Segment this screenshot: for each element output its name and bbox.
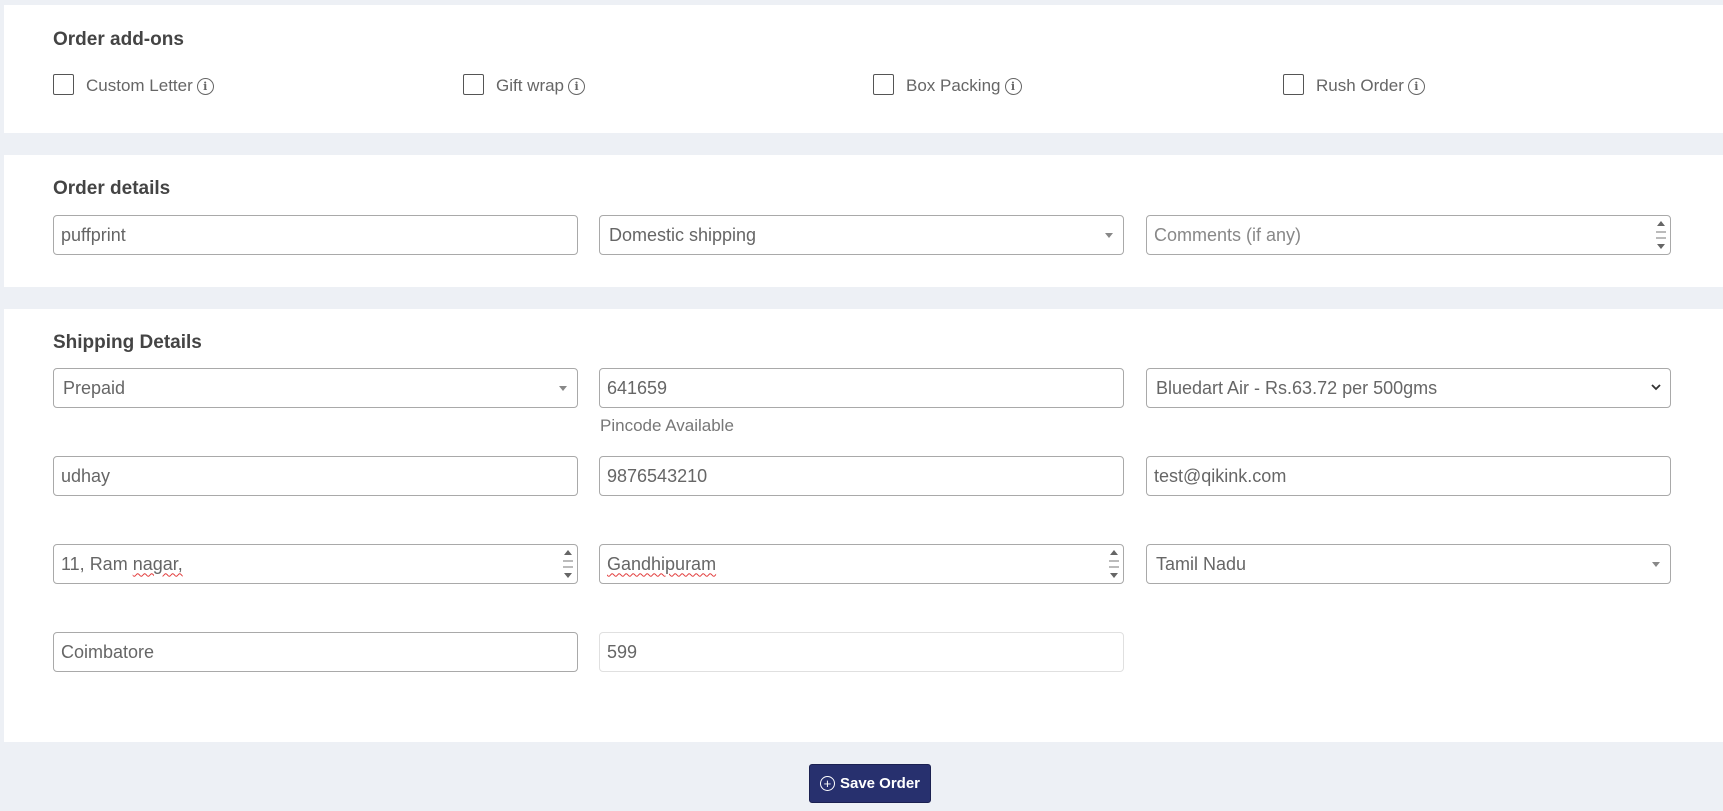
customer-name-value: udhay	[61, 465, 111, 486]
order-number-input[interactable]: puffprint	[53, 215, 578, 255]
address-line1-prefix: 11, Ram	[61, 553, 133, 574]
pincode-input[interactable]: 641659	[599, 368, 1124, 408]
info-circle-icon[interactable]: i	[1407, 77, 1425, 95]
addon-gift-wrap[interactable]: Gift wrap i	[463, 73, 586, 98]
rush-order-checkbox[interactable]	[1283, 73, 1304, 95]
courier-select[interactable]: Bluedart Air - Rs.63.72 per 500gms	[1146, 368, 1671, 408]
order-addons-card: Order add-ons Custom Letter i Gift wrap …	[4, 5, 1723, 133]
phone-input[interactable]: 9876543210	[599, 456, 1124, 496]
scroll-grip-icon	[563, 560, 573, 568]
city-value: Coimbatore	[61, 641, 155, 662]
addon-rush-order[interactable]: Rush Order i	[1283, 73, 1425, 98]
address-line1-textarea[interactable]: 11, Ram nagar,	[53, 544, 578, 584]
address-line2-textarea[interactable]: Gandhipuram	[599, 544, 1124, 584]
shipping-type-value: Domestic shipping	[609, 224, 757, 245]
box-packing-checkbox[interactable]	[873, 73, 894, 95]
order-details-card: Order details puffprint Domestic shippin…	[4, 155, 1723, 287]
save-order-button[interactable]: + Save Order	[809, 764, 931, 803]
address-line1-value: 11, Ram nagar,	[61, 554, 183, 575]
shipping-details-card: Shipping Details Prepaid 641659 Pincode …	[4, 309, 1723, 742]
pincode-value: 641659	[607, 377, 668, 398]
caret-down-icon	[1652, 562, 1660, 567]
addon-label: Rush Order	[1316, 76, 1404, 95]
scroll-up-icon[interactable]	[1657, 221, 1665, 226]
order-details-title: Order details	[53, 178, 171, 199]
gift-wrap-checkbox[interactable]	[463, 73, 484, 95]
scroll-up-icon[interactable]	[1110, 550, 1118, 555]
scroll-down-icon[interactable]	[1657, 244, 1665, 249]
payment-mode-value: Prepaid	[63, 377, 126, 398]
state-select[interactable]: Tamil Nadu	[1146, 544, 1671, 584]
custom-letter-checkbox[interactable]	[53, 73, 74, 95]
courier-value: Bluedart Air - Rs.63.72 per 500gms	[1156, 377, 1438, 398]
textarea-scrollbar[interactable]	[1654, 218, 1668, 252]
shipping-type-select[interactable]: Domestic shipping	[599, 215, 1124, 255]
email-input[interactable]: test@qikink.com	[1146, 456, 1671, 496]
scroll-grip-icon	[1109, 560, 1119, 568]
email-value: test@qikink.com	[1154, 465, 1287, 486]
addon-label: Custom Letter	[86, 76, 193, 95]
state-value: Tamil Nadu	[1156, 553, 1247, 574]
caret-down-icon	[1105, 233, 1113, 238]
customer-name-input[interactable]: udhay	[53, 456, 578, 496]
textarea-scrollbar[interactable]	[1107, 547, 1121, 581]
plus-circle-icon: +	[819, 776, 835, 791]
scroll-up-icon[interactable]	[564, 550, 572, 555]
chevron-down-icon	[1651, 384, 1661, 391]
addon-label: Box Packing	[906, 76, 1001, 95]
address-line2-value: Gandhipuram	[607, 553, 717, 574]
addon-box-packing[interactable]: Box Packing i	[873, 73, 1022, 98]
phone-value: 9876543210	[607, 465, 708, 486]
city-input[interactable]: Coimbatore	[53, 632, 578, 672]
caret-down-icon	[559, 386, 567, 391]
scroll-grip-icon	[1656, 231, 1666, 239]
addon-custom-letter[interactable]: Custom Letter i	[53, 73, 214, 98]
amount-input: 599	[599, 632, 1124, 672]
pincode-status: Pincode Available	[600, 416, 734, 435]
order-number-value: puffprint	[61, 224, 126, 245]
scroll-down-icon[interactable]	[1110, 573, 1118, 578]
shipping-details-title: Shipping Details	[53, 332, 202, 353]
save-order-label: Save Order	[839, 775, 921, 792]
textarea-scrollbar[interactable]	[561, 547, 575, 581]
info-circle-icon[interactable]: i	[196, 77, 214, 95]
scroll-down-icon[interactable]	[564, 573, 572, 578]
address-line1-misspelled-word: nagar,	[132, 553, 183, 574]
comments-textarea[interactable]: Comments (if any)	[1146, 215, 1671, 255]
amount-value: 599	[607, 641, 638, 662]
comments-placeholder: Comments (if any)	[1154, 224, 1302, 245]
order-addons-title: Order add-ons	[53, 29, 184, 50]
payment-mode-select[interactable]: Prepaid	[53, 368, 578, 408]
info-circle-icon[interactable]: i	[568, 77, 586, 95]
addon-label: Gift wrap	[496, 76, 565, 95]
info-circle-icon[interactable]: i	[1004, 77, 1022, 95]
